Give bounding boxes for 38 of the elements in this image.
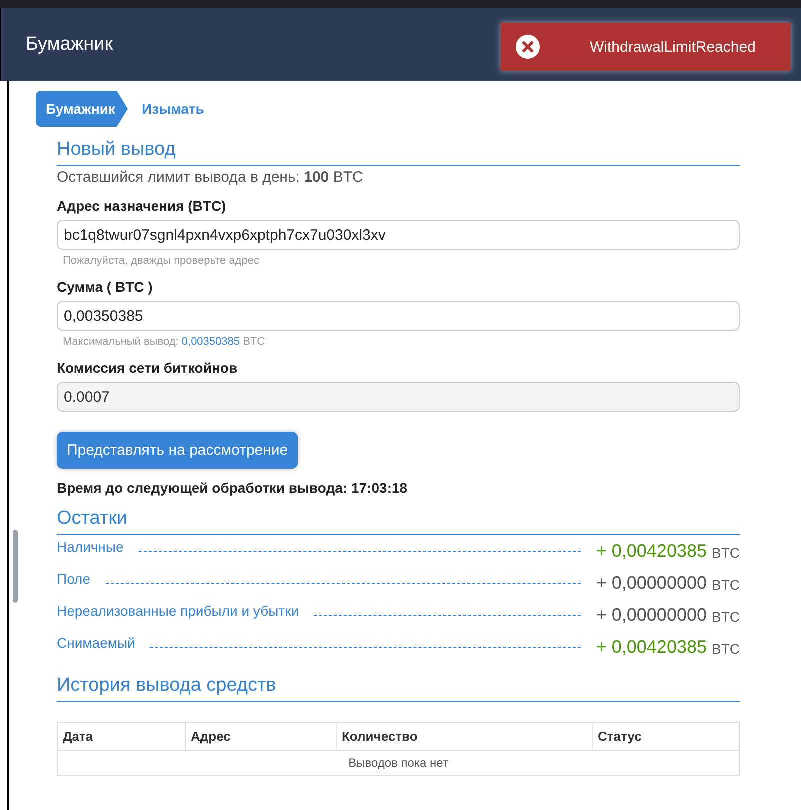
breadcrumb-link[interactable]: Изымать bbox=[142, 91, 204, 127]
balance-label: Наличные bbox=[57, 539, 124, 555]
input-field[interactable]: bc1q8twur07sgnl4pxn4vxp6xptph7cx7u030xl3xv bbox=[57, 220, 740, 250]
field-label: Сумма ( BTC ) bbox=[57, 279, 154, 295]
column-header: Статус bbox=[592, 722, 740, 750]
balance-amount: + 0,00420385 bbox=[596, 636, 707, 658]
balance-label: Нереализованные прибыли и убытки bbox=[57, 603, 300, 619]
column-header: Дата bbox=[58, 722, 186, 750]
section-heading: Новый вывод bbox=[57, 139, 740, 166]
breadcrumb-link[interactable]: Бумажник bbox=[36, 91, 128, 127]
balance-amount: + 0,00000000 bbox=[596, 604, 707, 626]
balance-amount: + 0,00000000 bbox=[596, 572, 707, 594]
balance-label: Снимаемый bbox=[57, 635, 136, 651]
column-header: Адрес bbox=[186, 722, 336, 750]
section-heading: История вывода средств bbox=[57, 675, 740, 702]
unit-text: BTC bbox=[243, 336, 266, 348]
max-amount-link[interactable]: 0,00350385 bbox=[182, 336, 240, 348]
scrollbar-thumb[interactable] bbox=[13, 530, 18, 603]
field-hint: Максимальный вывод: bbox=[63, 336, 179, 348]
balance-amount: + 0,00420385 bbox=[596, 540, 707, 562]
section-heading: Остатки bbox=[57, 508, 740, 535]
column-header: Количество bbox=[336, 722, 592, 750]
field-hint: Пожалуйста, дважды проверьте адрес bbox=[63, 255, 260, 267]
submit-button[interactable]: Представлять на рассмотрение bbox=[57, 432, 298, 469]
page-title: Бумажник bbox=[26, 34, 114, 56]
error-icon bbox=[516, 35, 540, 59]
empty-table-message: Выводов пока нет bbox=[58, 750, 740, 776]
unit-text: BTC bbox=[712, 544, 740, 560]
field-label: Комиссия сети биткойнов bbox=[57, 360, 239, 376]
next-processing-text: Время до следующей обработки вывода: 17:03:18 bbox=[57, 480, 409, 496]
input-field[interactable]: 0,00350385 bbox=[57, 301, 740, 331]
field-label: Адрес назначения (BTC) bbox=[57, 198, 228, 214]
daily-limit-text: Оставшийся лимит вывода в день: 100 BTC bbox=[57, 169, 364, 186]
unit-text: BTC bbox=[712, 576, 740, 592]
unit-text: BTC bbox=[712, 608, 740, 624]
unit-text: BTC bbox=[712, 640, 740, 656]
toast-message: WithdrawalLimitReached bbox=[590, 38, 756, 56]
balance-label: Поле bbox=[57, 571, 90, 587]
